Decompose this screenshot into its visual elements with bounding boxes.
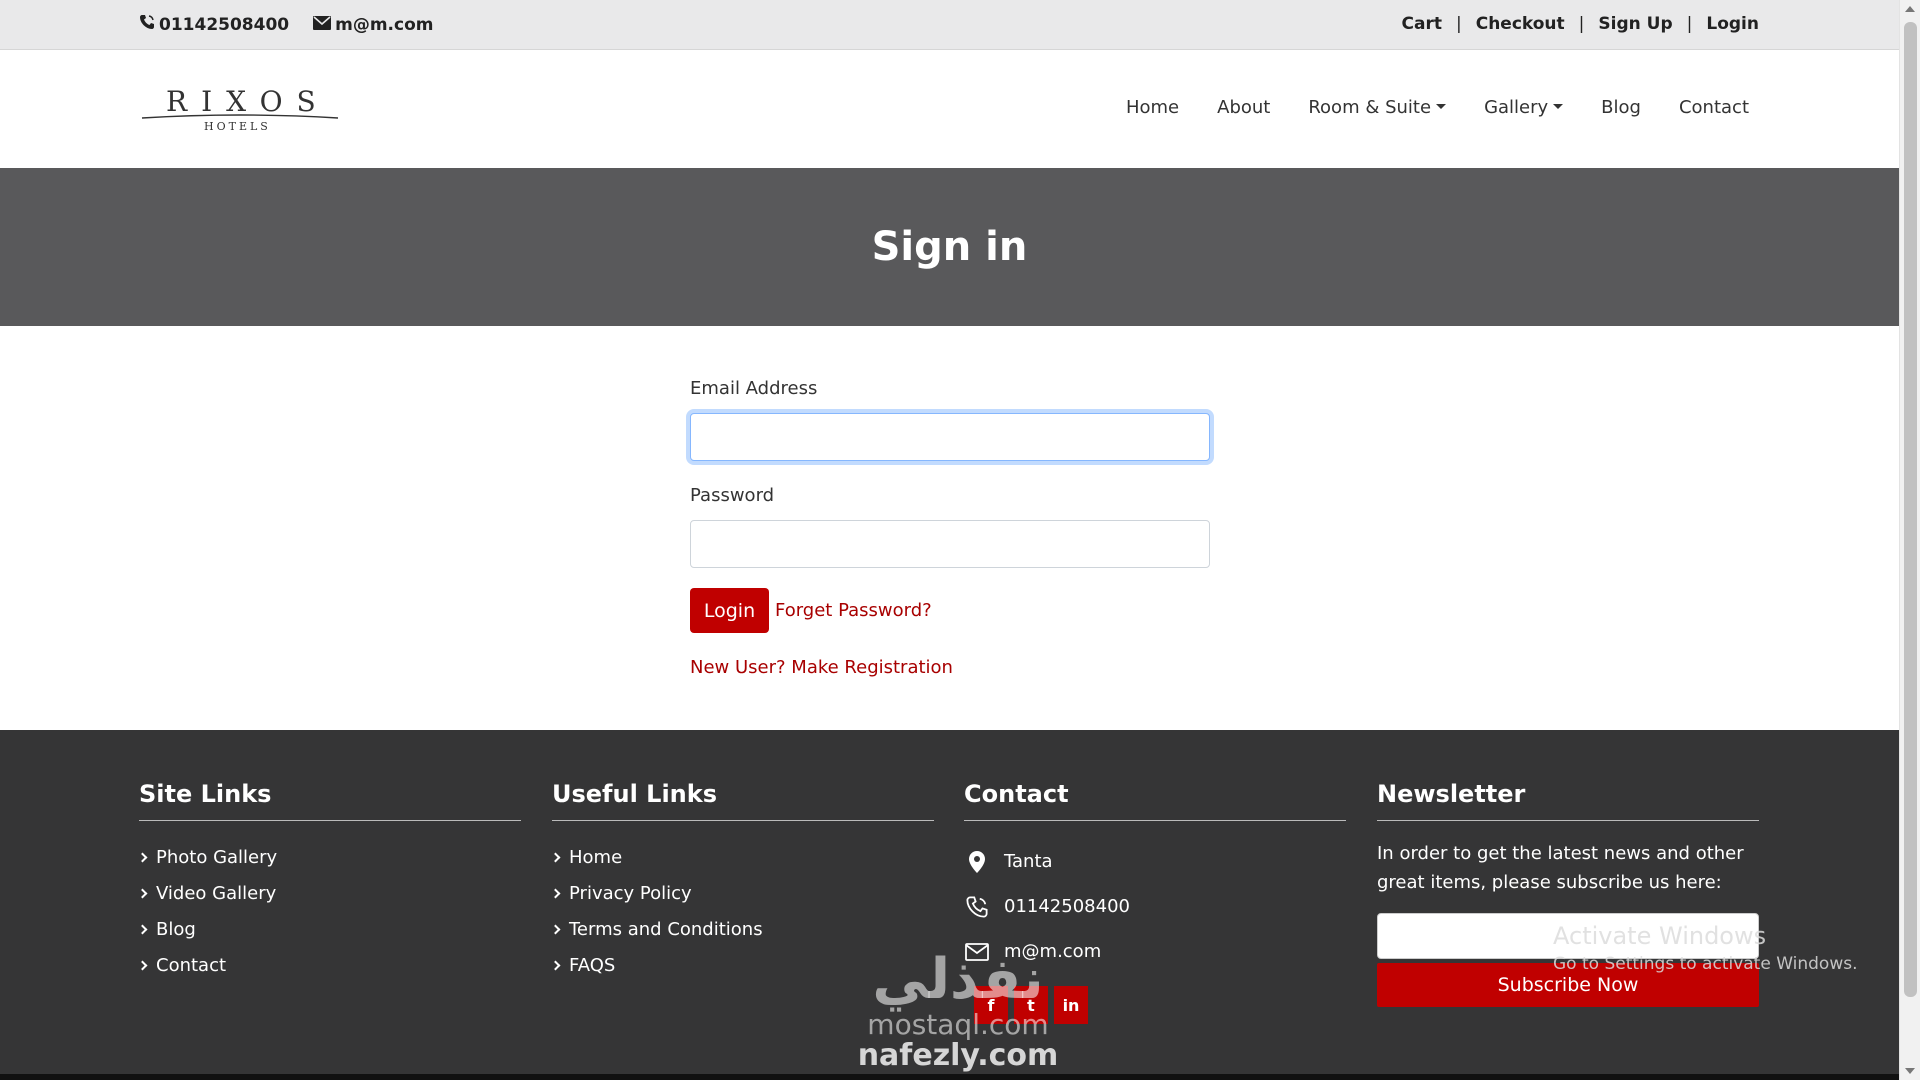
separator: | xyxy=(1455,14,1462,34)
watermark-mostaql: mostaql.com xyxy=(867,1008,1049,1041)
envelope-icon xyxy=(313,15,332,35)
contact-location-text: Tanta xyxy=(1004,851,1053,872)
contact-title: Contact xyxy=(964,780,1346,821)
watermark-arabic: نفذلي xyxy=(872,947,1044,1012)
footer-link-photo-gallery[interactable]: Photo Gallery xyxy=(137,839,521,875)
checkout-link[interactable]: Checkout xyxy=(1476,14,1565,34)
page-banner: Sign in xyxy=(0,168,1899,326)
contact-phone: 01142508400 xyxy=(964,884,1346,929)
chevron-right-icon xyxy=(137,924,148,934)
caret-down-icon xyxy=(1553,103,1564,109)
email-field[interactable] xyxy=(690,413,1210,461)
footer-link-privacy[interactable]: Privacy Policy xyxy=(550,875,934,911)
signin-form: Email Address Password Login Forget Pass… xyxy=(690,378,1210,678)
nav-room-suite-label: Room & Suite xyxy=(1308,97,1432,118)
rixos-logo[interactable]: RIXOS HOTELS xyxy=(140,78,340,138)
main-nav: Home About Room & Suite Gallery Blog Con… xyxy=(1126,97,1749,118)
map-pin-icon xyxy=(964,850,990,873)
nav-about[interactable]: About xyxy=(1217,97,1270,118)
footer-link-label: Terms and Conditions xyxy=(569,918,763,940)
watermark-nafezly: nafezly.com xyxy=(857,1038,1059,1073)
separator: | xyxy=(1578,14,1585,34)
newsletter-text: In order to get the latest news and othe… xyxy=(1377,843,1744,893)
activate-windows-title: Activate Windows xyxy=(1553,922,1767,950)
page-scrollbar[interactable] xyxy=(1899,0,1920,1080)
chevron-right-icon xyxy=(550,888,561,898)
footer-link-contact[interactable]: Contact xyxy=(137,947,521,983)
chevron-right-icon xyxy=(550,924,561,934)
cart-link[interactable]: Cart xyxy=(1402,14,1442,34)
activate-windows-notice: Activate Windows Go to Settings to activ… xyxy=(1553,922,1858,974)
footer-link-label: FAQS xyxy=(569,954,616,976)
footer-link-label: Home xyxy=(569,846,623,868)
site-links-title: Site Links xyxy=(139,780,521,821)
chevron-right-icon xyxy=(137,960,148,970)
footer-link-label: Blog xyxy=(156,918,196,940)
login-link[interactable]: Login xyxy=(1706,14,1759,34)
main-header: RIXOS HOTELS Home About Room & Suite Gal… xyxy=(0,50,1899,168)
footer-link-blog[interactable]: Blog xyxy=(137,911,521,947)
footer-link-label: Privacy Policy xyxy=(569,882,692,904)
nav-blog[interactable]: Blog xyxy=(1601,97,1641,118)
scroll-up-icon[interactable] xyxy=(1905,6,1915,12)
top-phone-text: 01142508400 xyxy=(159,14,290,35)
nav-room-suite[interactable]: Room & Suite xyxy=(1308,97,1447,118)
page-title: Sign in xyxy=(871,224,1028,270)
svg-text:RIXOS: RIXOS xyxy=(166,85,330,118)
form-actions: Login Forget Password? xyxy=(690,588,1210,633)
top-contact-info: 01142508400 m@m.com xyxy=(139,14,433,35)
scrollbar-thumb[interactable] xyxy=(1904,22,1917,997)
top-phone: 01142508400 xyxy=(139,14,289,35)
phone-icon xyxy=(139,14,155,35)
chevron-right-icon xyxy=(137,852,148,862)
footer-site-links: Site Links Photo Gallery Video Gallery B… xyxy=(137,780,521,983)
caret-down-icon xyxy=(1436,103,1447,109)
password-label: Password xyxy=(690,485,775,506)
signup-link[interactable]: Sign Up xyxy=(1598,14,1672,34)
contact-phone-text: 01142508400 xyxy=(1004,896,1130,917)
svg-text:HOTELS: HOTELS xyxy=(204,120,271,133)
activate-windows-subtitle: Go to Settings to activate Windows. xyxy=(1553,954,1858,974)
phone-icon xyxy=(964,895,990,918)
newsletter-title: Newsletter xyxy=(1377,780,1759,821)
footer-link-label: Photo Gallery xyxy=(156,846,278,868)
nav-contact[interactable]: Contact xyxy=(1679,97,1749,118)
footer-link-label: Video Gallery xyxy=(156,882,277,904)
footer-link-video-gallery[interactable]: Video Gallery xyxy=(137,875,521,911)
top-email: m@m.com xyxy=(313,14,433,35)
chevron-right-icon xyxy=(137,888,148,898)
forgot-password-link[interactable]: Forget Password? xyxy=(775,600,932,621)
register-link[interactable]: New User? Make Registration xyxy=(690,657,1210,678)
account-links: Cart | Checkout | Sign Up | Login xyxy=(1402,14,1759,34)
chevron-right-icon xyxy=(550,960,561,970)
nav-gallery[interactable]: Gallery xyxy=(1484,97,1564,118)
separator: | xyxy=(1686,14,1693,34)
top-bar: 01142508400 m@m.com Cart | Checkout | Si… xyxy=(0,0,1899,50)
scroll-down-icon[interactable] xyxy=(1905,1068,1915,1074)
password-field[interactable] xyxy=(690,520,1210,568)
useful-links-title: Useful Links xyxy=(552,780,934,821)
nav-gallery-label: Gallery xyxy=(1484,97,1549,118)
footer-link-home[interactable]: Home xyxy=(550,839,934,875)
watermark: نفذلي mostaql.com nafezly.com xyxy=(838,950,1078,1080)
chevron-right-icon xyxy=(550,852,561,862)
footer-link-label: Contact xyxy=(156,954,227,976)
footer-link-terms[interactable]: Terms and Conditions xyxy=(550,911,934,947)
contact-location: Tanta xyxy=(964,839,1346,884)
email-label: Email Address xyxy=(690,378,818,399)
nav-home[interactable]: Home xyxy=(1126,97,1179,118)
top-email-text: m@m.com xyxy=(335,14,434,35)
login-button[interactable]: Login xyxy=(690,588,769,633)
